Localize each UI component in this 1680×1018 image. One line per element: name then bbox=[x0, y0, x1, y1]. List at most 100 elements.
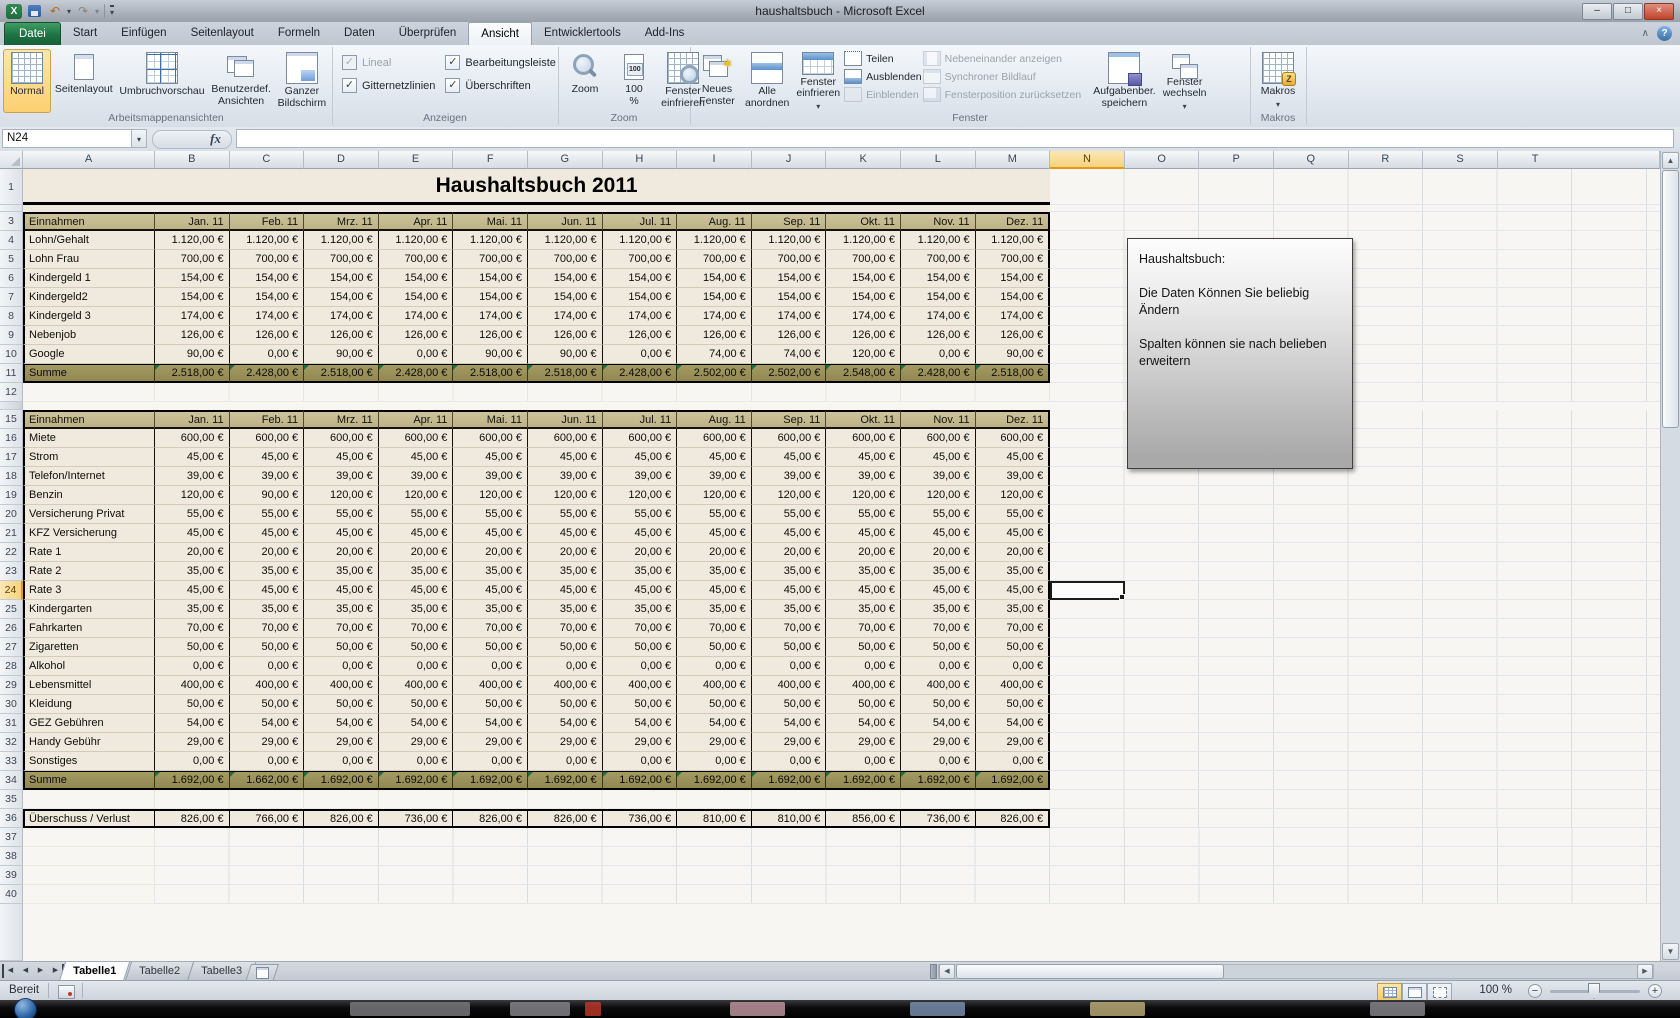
value-cell[interactable]: 29,00 € bbox=[752, 733, 827, 752]
value-cell[interactable]: 35,00 € bbox=[155, 562, 230, 581]
full-screen-button[interactable]: Ganzer Bildschirm bbox=[275, 49, 329, 113]
value-cell[interactable]: 0,00 € bbox=[304, 657, 379, 676]
value-cell[interactable]: 1.692,00 € bbox=[453, 771, 528, 790]
value-cell[interactable]: 120,00 € bbox=[752, 486, 827, 505]
value-cell[interactable]: 50,00 € bbox=[976, 695, 1051, 714]
row-header-7[interactable]: 7 bbox=[0, 288, 23, 307]
value-cell[interactable]: 45,00 € bbox=[304, 448, 379, 467]
value-cell[interactable]: 600,00 € bbox=[901, 429, 976, 448]
select-all-corner[interactable] bbox=[0, 151, 23, 169]
value-cell[interactable]: 29,00 € bbox=[155, 733, 230, 752]
row-label-cell[interactable]: Versicherung Privat bbox=[23, 505, 155, 524]
value-cell[interactable]: 700,00 € bbox=[677, 250, 752, 269]
value-cell[interactable]: 400,00 € bbox=[603, 676, 678, 695]
value-cell[interactable]: 1.692,00 € bbox=[976, 771, 1051, 790]
value-cell[interactable]: 0,00 € bbox=[155, 752, 230, 771]
value-cell[interactable]: 2.502,00 € bbox=[677, 364, 752, 383]
value-cell[interactable]: 39,00 € bbox=[528, 467, 603, 486]
value-cell[interactable]: 50,00 € bbox=[528, 695, 603, 714]
value-cell[interactable]: 45,00 € bbox=[379, 448, 454, 467]
row-header-21[interactable]: 21 bbox=[0, 524, 23, 543]
value-cell[interactable]: 0,00 € bbox=[976, 657, 1051, 676]
value-cell[interactable]: 35,00 € bbox=[826, 600, 901, 619]
value-cell[interactable]: 55,00 € bbox=[155, 505, 230, 524]
row-label-cell[interactable]: Kleidung bbox=[23, 695, 155, 714]
value-cell[interactable]: 826,00 € bbox=[453, 809, 528, 828]
value-cell[interactable]: 54,00 € bbox=[379, 714, 454, 733]
value-cell[interactable]: 39,00 € bbox=[603, 467, 678, 486]
value-cell[interactable]: 29,00 € bbox=[230, 733, 305, 752]
column-header-O[interactable]: O bbox=[1125, 151, 1200, 169]
value-cell[interactable]: 2.428,00 € bbox=[603, 364, 678, 383]
row-header-32[interactable]: 32 bbox=[0, 733, 23, 752]
row-header-29[interactable]: 29 bbox=[0, 676, 23, 695]
value-cell[interactable]: 55,00 € bbox=[826, 505, 901, 524]
month-header-cell[interactable]: Dez. 11 bbox=[976, 212, 1051, 231]
value-cell[interactable]: 2.518,00 € bbox=[453, 364, 528, 383]
value-cell[interactable]: 826,00 € bbox=[155, 809, 230, 828]
empty-cells[interactable] bbox=[1050, 619, 1660, 638]
value-cell[interactable]: 600,00 € bbox=[230, 429, 305, 448]
view-side-by-side-button[interactable]: Nebeneinander anzeigen bbox=[923, 51, 1082, 66]
month-header-cell[interactable]: Jun. 11 bbox=[528, 410, 603, 429]
value-cell[interactable]: 39,00 € bbox=[155, 467, 230, 486]
value-cell[interactable]: 154,00 € bbox=[976, 269, 1051, 288]
value-cell[interactable]: 174,00 € bbox=[304, 307, 379, 326]
value-cell[interactable]: 154,00 € bbox=[230, 269, 305, 288]
value-cell[interactable]: 2.428,00 € bbox=[379, 364, 454, 383]
value-cell[interactable]: 20,00 € bbox=[528, 543, 603, 562]
checkbox-lineal[interactable]: ✓ Lineal bbox=[342, 55, 435, 70]
value-cell[interactable]: 0,00 € bbox=[826, 752, 901, 771]
value-cell[interactable]: 54,00 € bbox=[304, 714, 379, 733]
value-cell[interactable]: 45,00 € bbox=[901, 524, 976, 543]
value-cell[interactable]: 0,00 € bbox=[826, 657, 901, 676]
value-cell[interactable]: 700,00 € bbox=[453, 250, 528, 269]
normal-view-button[interactable]: Normal bbox=[3, 49, 51, 113]
value-cell[interactable]: 90,00 € bbox=[453, 345, 528, 364]
value-cell[interactable]: 35,00 € bbox=[230, 600, 305, 619]
value-cell[interactable]: 0,00 € bbox=[603, 657, 678, 676]
row-header-hidden[interactable] bbox=[0, 904, 23, 961]
row-label-cell[interactable]: Lohn Frau bbox=[23, 250, 155, 269]
reset-window-position-button[interactable]: Fensterposition zurücksetzen bbox=[923, 87, 1082, 102]
value-cell[interactable]: 120,00 € bbox=[976, 486, 1051, 505]
value-cell[interactable]: 29,00 € bbox=[677, 733, 752, 752]
value-cell[interactable]: 174,00 € bbox=[453, 307, 528, 326]
value-cell[interactable]: 856,00 € bbox=[826, 809, 901, 828]
row-header-11[interactable]: 11 bbox=[0, 364, 23, 383]
value-cell[interactable]: 154,00 € bbox=[603, 269, 678, 288]
value-cell[interactable]: 0,00 € bbox=[901, 345, 976, 364]
tab-split-handle[interactable] bbox=[930, 964, 937, 979]
value-cell[interactable]: 35,00 € bbox=[677, 562, 752, 581]
value-cell[interactable]: 70,00 € bbox=[976, 619, 1051, 638]
month-header-cell[interactable]: Nov. 11 bbox=[901, 410, 976, 429]
row-label-cell[interactable]: Überschuss / Verlust bbox=[23, 809, 155, 828]
value-cell[interactable]: 120,00 € bbox=[528, 486, 603, 505]
value-cell[interactable]: 600,00 € bbox=[528, 429, 603, 448]
taskbar-item[interactable] bbox=[910, 1002, 965, 1016]
value-cell[interactable]: 45,00 € bbox=[528, 524, 603, 543]
value-cell[interactable]: 1.692,00 € bbox=[528, 771, 603, 790]
row-header-30[interactable]: 30 bbox=[0, 695, 23, 714]
value-cell[interactable]: 45,00 € bbox=[453, 581, 528, 600]
value-cell[interactable]: 90,00 € bbox=[304, 345, 379, 364]
value-cell[interactable]: 35,00 € bbox=[453, 600, 528, 619]
value-cell[interactable]: 55,00 € bbox=[453, 505, 528, 524]
value-cell[interactable]: 45,00 € bbox=[155, 524, 230, 543]
value-cell[interactable]: 0,00 € bbox=[901, 752, 976, 771]
value-cell[interactable]: 29,00 € bbox=[603, 733, 678, 752]
value-cell[interactable]: 45,00 € bbox=[677, 524, 752, 543]
row-label-cell[interactable]: Alkohol bbox=[23, 657, 155, 676]
value-cell[interactable]: 90,00 € bbox=[528, 345, 603, 364]
value-cell[interactable]: 400,00 € bbox=[155, 676, 230, 695]
value-cell[interactable]: 0,00 € bbox=[379, 345, 454, 364]
value-cell[interactable]: 35,00 € bbox=[752, 600, 827, 619]
month-header-cell[interactable]: Okt. 11 bbox=[826, 410, 901, 429]
value-cell[interactable]: 1.120,00 € bbox=[453, 231, 528, 250]
row-header-28[interactable]: 28 bbox=[0, 657, 23, 676]
value-cell[interactable]: 45,00 € bbox=[304, 581, 379, 600]
value-cell[interactable]: 2.548,00 € bbox=[826, 364, 901, 383]
row-header-6[interactable]: 6 bbox=[0, 269, 23, 288]
empty-cells[interactable] bbox=[1050, 714, 1660, 733]
value-cell[interactable]: 29,00 € bbox=[379, 733, 454, 752]
